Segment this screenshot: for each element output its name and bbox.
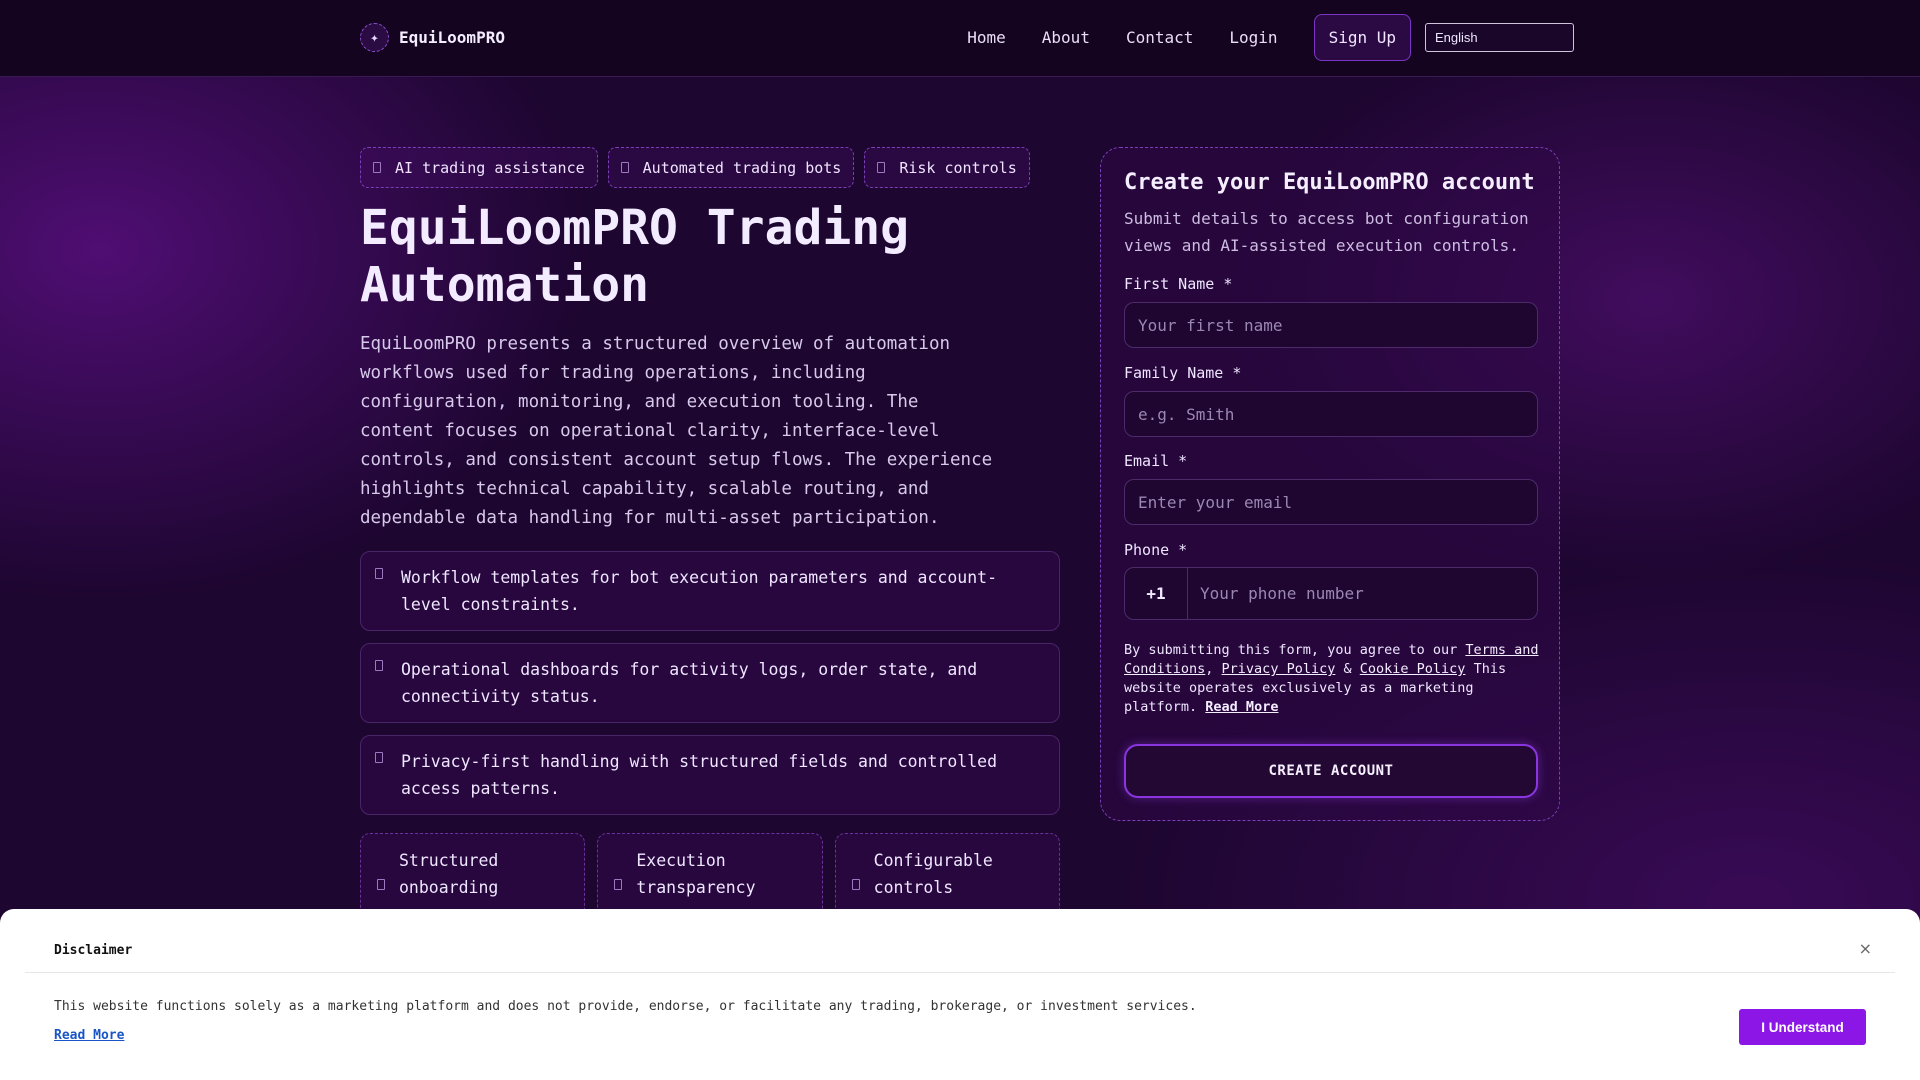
language-select[interactable]: English <box>1425 23 1574 52</box>
legal-prefix: By submitting this form, you agree to ou… <box>1124 642 1458 658</box>
disclaimer-text: This website functions solely as a marke… <box>54 999 1197 1014</box>
feature-list: Workflow templates for bot execution par… <box>360 551 1060 827</box>
nav-link-login[interactable]: Login <box>1229 28 1277 47</box>
tile-label: Configurable controls <box>873 851 993 897</box>
phone-input[interactable] <box>1188 568 1537 619</box>
disclaimer-read-more-link[interactable]: Read More <box>54 1028 124 1043</box>
feature-chips: AI trading assistance Automated trading … <box>360 147 1030 188</box>
phone-label: Phone * <box>1124 541 1188 559</box>
disclaimer-title: Disclaimer <box>54 943 133 958</box>
email-input[interactable] <box>1124 479 1538 525</box>
cookie-link[interactable]: Cookie Policy <box>1360 661 1466 677</box>
chip-icon <box>620 162 629 173</box>
tile-structured-onboarding: Structured onboarding <box>360 833 586 913</box>
legal-notice: By submitting this form, you agree to ou… <box>1124 642 1539 715</box>
form-subtitle: Submit details to access bot configurati… <box>1124 209 1529 255</box>
hero-title: EquiLoomPRO Trading Automation <box>360 200 910 313</box>
close-icon[interactable]: × <box>1859 939 1872 958</box>
tile-label: Structured onboarding <box>399 851 499 897</box>
feature-text: Workflow templates for bot execution par… <box>401 568 998 614</box>
feature-item: Operational dashboards for activity logs… <box>360 643 1060 723</box>
chip-risk-controls: Risk controls <box>864 147 1030 188</box>
tile-configurable-controls: Configurable controls <box>834 833 1060 913</box>
feature-item: Privacy-first handling with structured f… <box>360 735 1060 815</box>
legal-amp: & <box>1343 661 1352 677</box>
tile-label: Execution transparency <box>636 851 756 897</box>
nav-link-home[interactable]: Home <box>967 28 1006 47</box>
feature-text: Privacy-first handling with structured f… <box>401 752 998 798</box>
phone-country-code[interactable]: +1 <box>1125 568 1188 619</box>
nav-links: Home About Contact Login Sign Up English <box>931 14 1574 61</box>
chip-ai-trading: AI trading assistance <box>360 147 598 188</box>
email-label: Email * <box>1124 452 1188 470</box>
signup-form: Create your EquiLoomPRO account Submit d… <box>1100 147 1560 821</box>
first-name-label: First Name * <box>1124 275 1233 293</box>
phone-field: +1 <box>1124 567 1538 620</box>
chip-icon <box>877 162 886 173</box>
privacy-link[interactable]: Privacy Policy <box>1222 661 1336 677</box>
nav-link-about[interactable]: About <box>1042 28 1090 47</box>
first-name-input[interactable] <box>1124 302 1538 348</box>
nav-link-contact[interactable]: Contact <box>1126 28 1193 47</box>
feature-icon <box>375 568 383 579</box>
feature-icon <box>375 660 383 671</box>
family-name-input[interactable] <box>1124 391 1538 437</box>
chip-trading-bots: Automated trading bots <box>607 147 855 188</box>
understand-button[interactable]: I Understand <box>1739 1009 1866 1045</box>
top-nav: ✦ EquiLoomPRO Home About Contact Login S… <box>0 0 1920 77</box>
disclaimer-divider <box>25 972 1895 973</box>
tile-execution-transparency: Execution transparency <box>597 833 823 913</box>
chip-label: AI trading assistance <box>395 158 585 177</box>
benefit-tiles: Structured onboarding Execution transpar… <box>360 833 1060 913</box>
read-more-link[interactable]: Read More <box>1205 699 1278 715</box>
brand-name: EquiLoomPRO <box>399 28 505 47</box>
chip-label: Automated trading bots <box>642 158 842 177</box>
disclaimer-banner: Disclaimer × This website functions sole… <box>0 909 1920 1080</box>
brand[interactable]: ✦ EquiLoomPRO <box>360 23 505 52</box>
chip-label: Risk controls <box>899 158 1017 177</box>
tile-icon <box>377 879 385 890</box>
feature-icon <box>375 752 383 763</box>
chip-icon <box>373 162 381 173</box>
feature-text: Operational dashboards for activity logs… <box>401 660 978 706</box>
create-account-button[interactable]: CREATE ACCOUNT <box>1124 744 1538 798</box>
feature-item: Workflow templates for bot execution par… <box>360 551 1060 631</box>
form-title: Create your EquiLoomPRO account <box>1124 170 1535 195</box>
family-name-label: Family Name * <box>1124 364 1242 382</box>
tile-icon <box>851 879 860 890</box>
signup-button[interactable]: Sign Up <box>1313 14 1411 61</box>
sparkle-icon: ✦ <box>360 23 389 52</box>
hero-description: EquiLoomPRO presents a structured overvi… <box>360 334 993 528</box>
tile-icon <box>614 879 623 890</box>
